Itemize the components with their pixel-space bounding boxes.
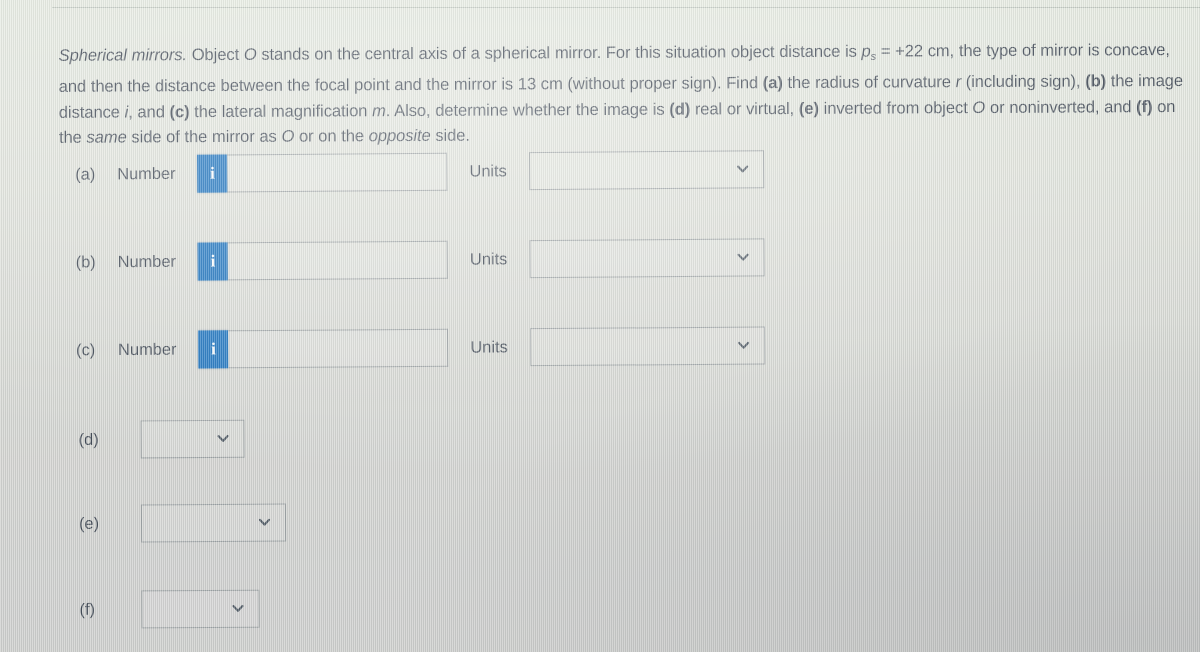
number-input-b[interactable] [227, 240, 449, 281]
number-label-a: Number [117, 164, 176, 183]
problem-text-1: Object [191, 44, 244, 64]
chevron-down-icon [736, 162, 749, 175]
problem-text-14: side of the mirror as [126, 127, 282, 147]
number-label-b: Number [117, 252, 177, 271]
problem-part-label-d: (d) [669, 99, 691, 119]
units-label-a: Units [469, 161, 507, 181]
symbol-m: m [372, 101, 386, 121]
problem-text-8: the lateral magnification [189, 101, 373, 122]
symbol-object-O-3: O [281, 126, 295, 147]
info-icon-a[interactable]: i [197, 154, 228, 193]
number-input-c[interactable] [228, 328, 449, 369]
units-select-b-value [530, 239, 763, 241]
problem-part-label-b: (b) [1085, 71, 1107, 91]
part-label-e: (e) [78, 514, 100, 533]
problem-text-5: (including sign), [960, 71, 1086, 92]
problem-part-label-f: (f) [1136, 96, 1153, 117]
part-label-d: (d) [78, 430, 99, 449]
answer-row-f: (f) [79, 589, 260, 629]
choice-select-f-value [142, 591, 258, 592]
choice-select-f[interactable] [141, 589, 260, 629]
problem-text-11: inverted from object [818, 97, 973, 118]
chevron-down-icon [217, 432, 230, 445]
problem-text-4: the radius of curvature [782, 72, 956, 93]
problem-text-12: or noninverted, and [985, 97, 1137, 117]
screen-photo: Spherical mirrors. Object O stands on th… [0, 0, 1200, 652]
problem-part-label-a: (a) [762, 73, 783, 93]
problem-text-9: . Also, determine whether the image is [385, 99, 670, 121]
problem-part-label-e: (e) [798, 98, 819, 118]
emphasis-same: same [86, 127, 127, 148]
part-label-a: (a) [75, 164, 96, 184]
problem-text-16: side. [430, 126, 470, 146]
units-select-a[interactable] [528, 150, 764, 191]
number-input-group-a: i [197, 152, 448, 193]
part-label-f: (f) [79, 600, 96, 619]
symbol-object-O: O [243, 44, 257, 64]
symbol-object-O-2: O [972, 97, 986, 117]
choice-select-e[interactable] [140, 503, 287, 543]
answer-row-e: (e) [78, 503, 287, 543]
choice-select-e-value [142, 505, 285, 506]
choice-select-d[interactable] [140, 419, 245, 459]
units-select-a-value [530, 151, 763, 153]
problem-text-2: stands on the central axis of a spherica… [256, 41, 862, 64]
chevron-down-icon [258, 516, 271, 529]
answer-row-a: (a) Number i Units [75, 150, 764, 193]
chevron-down-icon [736, 251, 749, 264]
problem-part-label-c: (c) [169, 102, 190, 122]
number-label-c: Number [118, 340, 177, 359]
number-input-group-b: i [197, 240, 449, 281]
assignment-content: Spherical mirrors. Object O stands on th… [0, 0, 1200, 652]
answer-row-b: (b) Number i Units [76, 238, 765, 281]
units-select-c[interactable] [529, 326, 765, 367]
problem-statement: Spherical mirrors. Object O stands on th… [59, 36, 1192, 150]
problem-text-15: or on the [294, 126, 369, 146]
info-icon-b[interactable]: i [197, 242, 229, 281]
part-label-b: (b) [75, 252, 96, 271]
answer-row-d: (d) [78, 419, 245, 459]
chevron-down-icon [231, 602, 244, 615]
problem-text-10: real or virtual, [690, 98, 799, 119]
number-input-group-c: i [198, 328, 449, 369]
choice-select-d-value [141, 421, 243, 422]
problem-text-7: , and [128, 102, 170, 122]
part-label-c: (c) [76, 340, 96, 359]
symbol-p: p [861, 41, 871, 61]
chevron-down-icon [737, 339, 750, 352]
info-icon-c[interactable]: i [198, 330, 229, 369]
number-input-a[interactable] [227, 152, 448, 193]
units-select-b[interactable] [529, 238, 765, 279]
units-label-b: Units [469, 249, 508, 269]
units-label-c: Units [470, 337, 508, 357]
answer-row-c: (c) Number i Units [76, 326, 765, 370]
units-select-c-value [531, 328, 764, 330]
problem-topic: Spherical mirrors. [58, 44, 188, 65]
emphasis-opposite: opposite [368, 126, 431, 146]
